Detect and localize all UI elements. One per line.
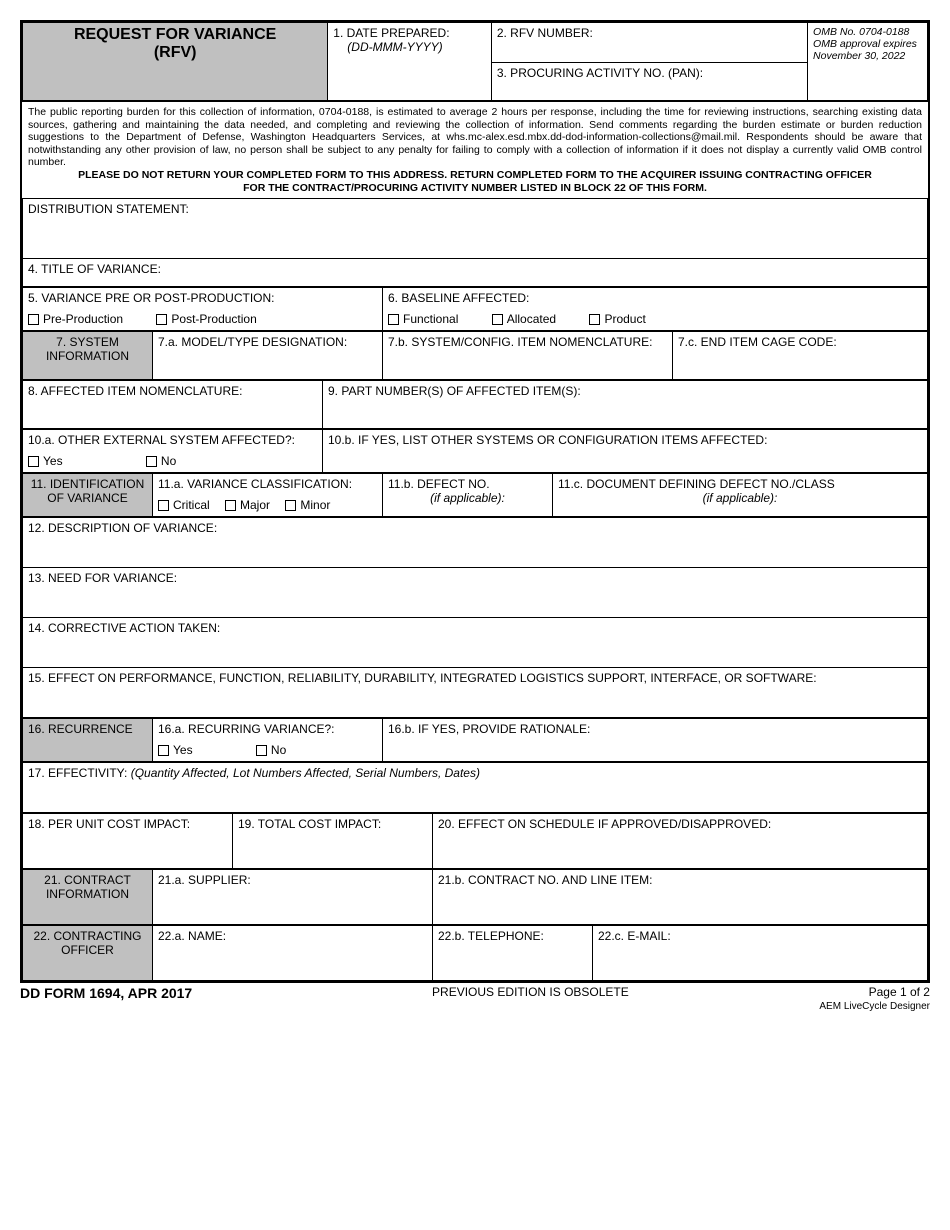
row11-table: 11. IDENTIFICATION OF VARIANCE 11.a. VAR…: [22, 473, 928, 517]
b13-field[interactable]: 13. NEED FOR VARIANCE:: [23, 568, 928, 618]
checkbox-major[interactable]: Major: [225, 498, 270, 512]
rfv-number-label: 2. RFV NUMBER:: [497, 26, 593, 40]
b19-field[interactable]: 19. TOTAL COST IMPACT:: [233, 814, 433, 869]
row12-15-table: 12. DESCRIPTION OF VARIANCE: 13. NEED FO…: [22, 517, 928, 718]
page-number: Page 1 of 2: [869, 985, 930, 999]
checkbox-allocated[interactable]: Allocated: [492, 312, 556, 326]
b10a-options: Yes No: [23, 450, 323, 473]
distribution-statement-field[interactable]: DISTRIBUTION STATEMENT:: [23, 199, 928, 259]
distribution-statement-label: DISTRIBUTION STATEMENT:: [28, 202, 189, 216]
b5-options: Pre-Production Post-Production: [23, 308, 383, 331]
b18-field[interactable]: 18. PER UNIT COST IMPACT:: [23, 814, 233, 869]
b17-field[interactable]: 17. EFFECTIVITY: (Quantity Affected, Lot…: [23, 763, 928, 813]
b12-field[interactable]: 12. DESCRIPTION OF VARIANCE:: [23, 518, 928, 568]
pan-label: 3. PROCURING ACTIVITY NO. (PAN):: [497, 66, 703, 80]
b7a-field[interactable]: 7.a. MODEL/TYPE DESIGNATION:: [153, 332, 383, 380]
main-table: DISTRIBUTION STATEMENT: 4. TITLE OF VARI…: [22, 198, 928, 287]
burden-notice-2: FOR THE CONTRACT/PROCURING ACTIVITY NUMB…: [28, 182, 922, 195]
checkbox-minor[interactable]: Minor: [285, 498, 330, 512]
row18-20-table: 18. PER UNIT COST IMPACT: 19. TOTAL COST…: [22, 813, 928, 869]
b14-field[interactable]: 14. CORRECTIVE ACTION TAKEN:: [23, 618, 928, 668]
checkbox-post-production[interactable]: Post-Production: [156, 312, 256, 326]
b7-heading: 7. SYSTEM INFORMATION: [23, 332, 153, 380]
b22c-field[interactable]: 22.c. E-MAIL:: [593, 926, 928, 981]
designer-credit: AEM LiveCycle Designer: [20, 1001, 930, 1012]
row17-table: 17. EFFECTIVITY: (Quantity Affected, Lot…: [22, 762, 928, 813]
footer: DD FORM 1694, APR 2017 PREVIOUS EDITION …: [20, 985, 930, 1001]
row21-table: 21. CONTRACT INFORMATION 21.a. SUPPLIER:…: [22, 869, 928, 925]
header-table: REQUEST FOR VARIANCE (RFV) 1. DATE PREPA…: [22, 22, 928, 101]
checkbox-10a-yes[interactable]: Yes: [28, 454, 63, 468]
b16a-label-cell: 16.a. RECURRING VARIANCE?:: [153, 719, 383, 740]
b5-label-cell: 5. VARIANCE PRE OR POST-PRODUCTION:: [23, 288, 383, 309]
form-title-1: REQUEST FOR VARIANCE: [28, 26, 322, 44]
b11b-field[interactable]: 11.b. DEFECT NO. (if applicable):: [383, 474, 553, 517]
row10-table: 10.a. OTHER EXTERNAL SYSTEM AFFECTED?: 1…: [22, 429, 928, 473]
form-id: DD FORM 1694, APR 2017: [20, 985, 192, 1001]
b6-options: Functional Allocated Product: [383, 308, 928, 331]
b15-field[interactable]: 15. EFFECT ON PERFORMANCE, FUNCTION, REL…: [23, 668, 928, 718]
b22a-field[interactable]: 22.a. NAME:: [153, 926, 433, 981]
row5-6-table: 5. VARIANCE PRE OR POST-PRODUCTION: 6. B…: [22, 287, 928, 331]
row8-9-table: 8. AFFECTED ITEM NOMENCLATURE: 9. PART N…: [22, 380, 928, 429]
b11a-options: Critical Major Minor: [153, 494, 383, 517]
b16a-options: Yes No: [153, 739, 383, 762]
obsolete-notice: PREVIOUS EDITION IS OBSOLETE: [432, 985, 629, 1001]
b22b-field[interactable]: 22.b. TELEPHONE:: [433, 926, 593, 981]
b9-field[interactable]: 9. PART NUMBER(S) OF AFFECTED ITEM(S):: [323, 381, 928, 429]
rfv-number-field[interactable]: 2. RFV NUMBER:: [491, 23, 807, 63]
pan-field[interactable]: 3. PROCURING ACTIVITY NO. (PAN):: [491, 63, 807, 101]
omb-expires-label: OMB approval expires: [813, 38, 922, 50]
date-prepared-format: (DD-MMM-YYYY): [333, 40, 442, 54]
b21b-field[interactable]: 21.b. CONTRACT NO. AND LINE ITEM:: [433, 870, 928, 925]
burden-text: The public reporting burden for this col…: [28, 106, 922, 168]
checkbox-16a-yes[interactable]: Yes: [158, 743, 193, 757]
checkbox-critical[interactable]: Critical: [158, 498, 210, 512]
form-container: REQUEST FOR VARIANCE (RFV) 1. DATE PREPA…: [20, 20, 930, 983]
title-cell: REQUEST FOR VARIANCE (RFV): [23, 23, 328, 101]
b20-field[interactable]: 20. EFFECT ON SCHEDULE IF APPROVED/DISAP…: [433, 814, 928, 869]
title-of-variance-field[interactable]: 4. TITLE OF VARIANCE:: [23, 259, 928, 287]
b11-heading: 11. IDENTIFICATION OF VARIANCE: [23, 474, 153, 517]
row7-table: 7. SYSTEM INFORMATION 7.a. MODEL/TYPE DE…: [22, 331, 928, 380]
checkbox-16a-no[interactable]: No: [256, 743, 286, 757]
b6-label-cell: 6. BASELINE AFFECTED:: [383, 288, 928, 309]
b7b-field[interactable]: 7.b. SYSTEM/CONFIG. ITEM NOMENCLATURE:: [383, 332, 673, 380]
omb-number: OMB No. 0704-0188: [813, 26, 922, 38]
b10b-field[interactable]: 10.b. IF YES, LIST OTHER SYSTEMS OR CONF…: [323, 430, 928, 473]
b4-label: 4. TITLE OF VARIANCE:: [28, 262, 161, 276]
b11a-label-cell: 11.a. VARIANCE CLASSIFICATION:: [153, 474, 383, 495]
checkbox-10a-no[interactable]: No: [146, 454, 176, 468]
date-prepared-field[interactable]: 1. DATE PREPARED: (DD-MMM-YYYY): [328, 23, 492, 101]
b10a-label-cell: 10.a. OTHER EXTERNAL SYSTEM AFFECTED?:: [23, 430, 323, 451]
omb-cell: OMB No. 0704-0188 OMB approval expires N…: [808, 23, 928, 101]
form-title-2: (RFV): [28, 44, 322, 62]
checkbox-functional[interactable]: Functional: [388, 312, 458, 326]
checkbox-product[interactable]: Product: [589, 312, 645, 326]
b8-field[interactable]: 8. AFFECTED ITEM NOMENCLATURE:: [23, 381, 323, 429]
b21a-field[interactable]: 21.a. SUPPLIER:: [153, 870, 433, 925]
b7c-field[interactable]: 7.c. END ITEM CAGE CODE:: [673, 332, 928, 380]
b16-heading: 16. RECURRENCE: [23, 719, 153, 762]
b16b-field[interactable]: 16.b. IF YES, PROVIDE RATIONALE:: [383, 719, 928, 762]
omb-expires-date: November 30, 2022: [813, 50, 922, 62]
checkbox-pre-production[interactable]: Pre-Production: [28, 312, 123, 326]
b22-heading: 22. CONTRACTING OFFICER: [23, 926, 153, 981]
b11c-field[interactable]: 11.c. DOCUMENT DEFINING DEFECT NO./CLASS…: [553, 474, 928, 517]
burden-notice-1: PLEASE DO NOT RETURN YOUR COMPLETED FORM…: [28, 169, 922, 182]
row22-table: 22. CONTRACTING OFFICER 22.a. NAME: 22.b…: [22, 925, 928, 981]
date-prepared-label: 1. DATE PREPARED:: [333, 26, 449, 40]
b21-heading: 21. CONTRACT INFORMATION: [23, 870, 153, 925]
burden-statement: The public reporting burden for this col…: [22, 101, 928, 198]
row16-table: 16. RECURRENCE 16.a. RECURRING VARIANCE?…: [22, 718, 928, 762]
